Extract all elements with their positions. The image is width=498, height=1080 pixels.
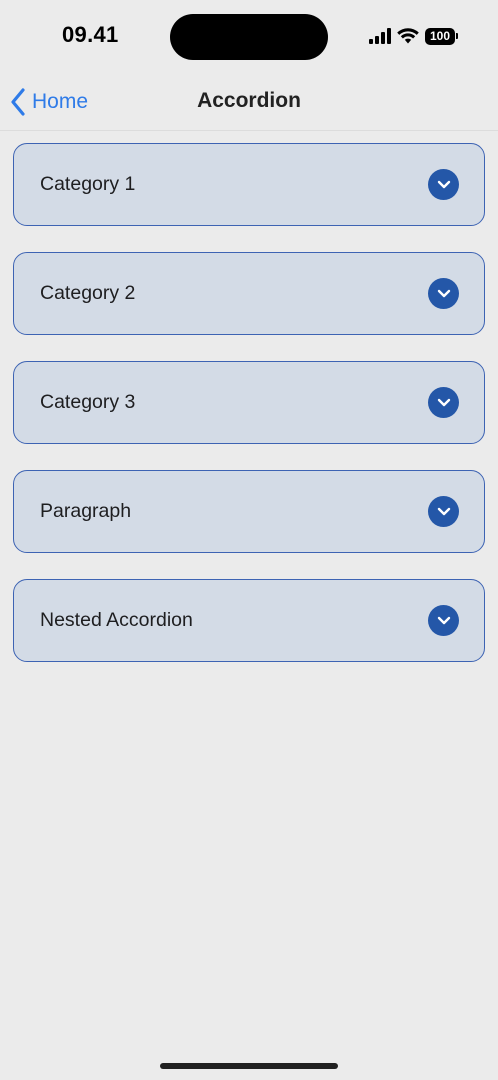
accordion-item-label: Nested Accordion — [40, 609, 193, 631]
accordion-item-label: Category 2 — [40, 282, 136, 304]
battery-icon: 100 — [425, 27, 458, 45]
battery-level: 100 — [425, 27, 455, 45]
accordion-item-paragraph[interactable]: Paragraph — [13, 470, 485, 553]
accordion-item-category-2[interactable]: Category 2 — [13, 252, 485, 335]
accordion-item-label: Category 3 — [40, 391, 136, 413]
accordion-item-nested-accordion[interactable]: Nested Accordion — [13, 579, 485, 662]
accordion-item-label: Category 1 — [40, 173, 136, 195]
dynamic-island — [170, 14, 328, 60]
accordion-item-category-1[interactable]: Category 1 — [13, 143, 485, 226]
signal-icon — [369, 28, 391, 44]
status-icons: 100 — [369, 24, 458, 48]
navigation-bar: Home Accordion — [0, 72, 498, 131]
status-time: 09.41 — [62, 22, 119, 47]
chevron-down-icon[interactable] — [428, 605, 459, 636]
chevron-down-icon[interactable] — [428, 169, 459, 200]
accordion-item-label: Paragraph — [40, 500, 132, 522]
wifi-icon — [397, 28, 419, 44]
chevron-down-icon[interactable] — [428, 387, 459, 418]
chevron-down-icon[interactable] — [428, 278, 459, 309]
status-bar: 09.41 100 — [0, 0, 498, 72]
page-title: Accordion — [197, 89, 301, 112]
home-indicator[interactable] — [160, 1063, 338, 1069]
chevron-down-icon[interactable] — [428, 496, 459, 527]
accordion-list: Category 1 Category 2 Category 3 Paragra… — [13, 143, 485, 688]
accordion-item-category-3[interactable]: Category 3 — [13, 361, 485, 444]
